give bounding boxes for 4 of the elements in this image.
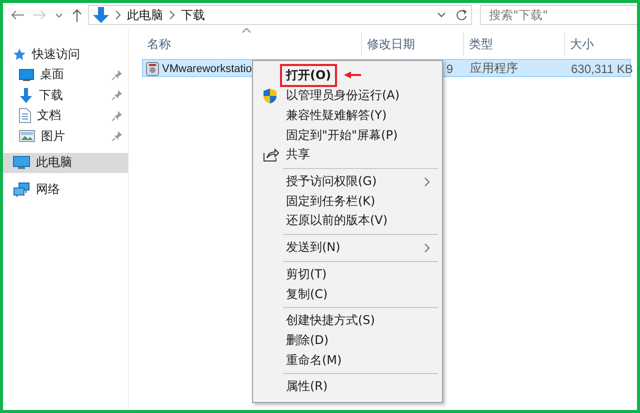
file-type: 应用程序 (470, 60, 518, 77)
file-name: VMwareworkstatio (162, 62, 252, 74)
modified-date: 9 (446, 62, 453, 76)
file-size: 630,311 KB (571, 62, 633, 76)
